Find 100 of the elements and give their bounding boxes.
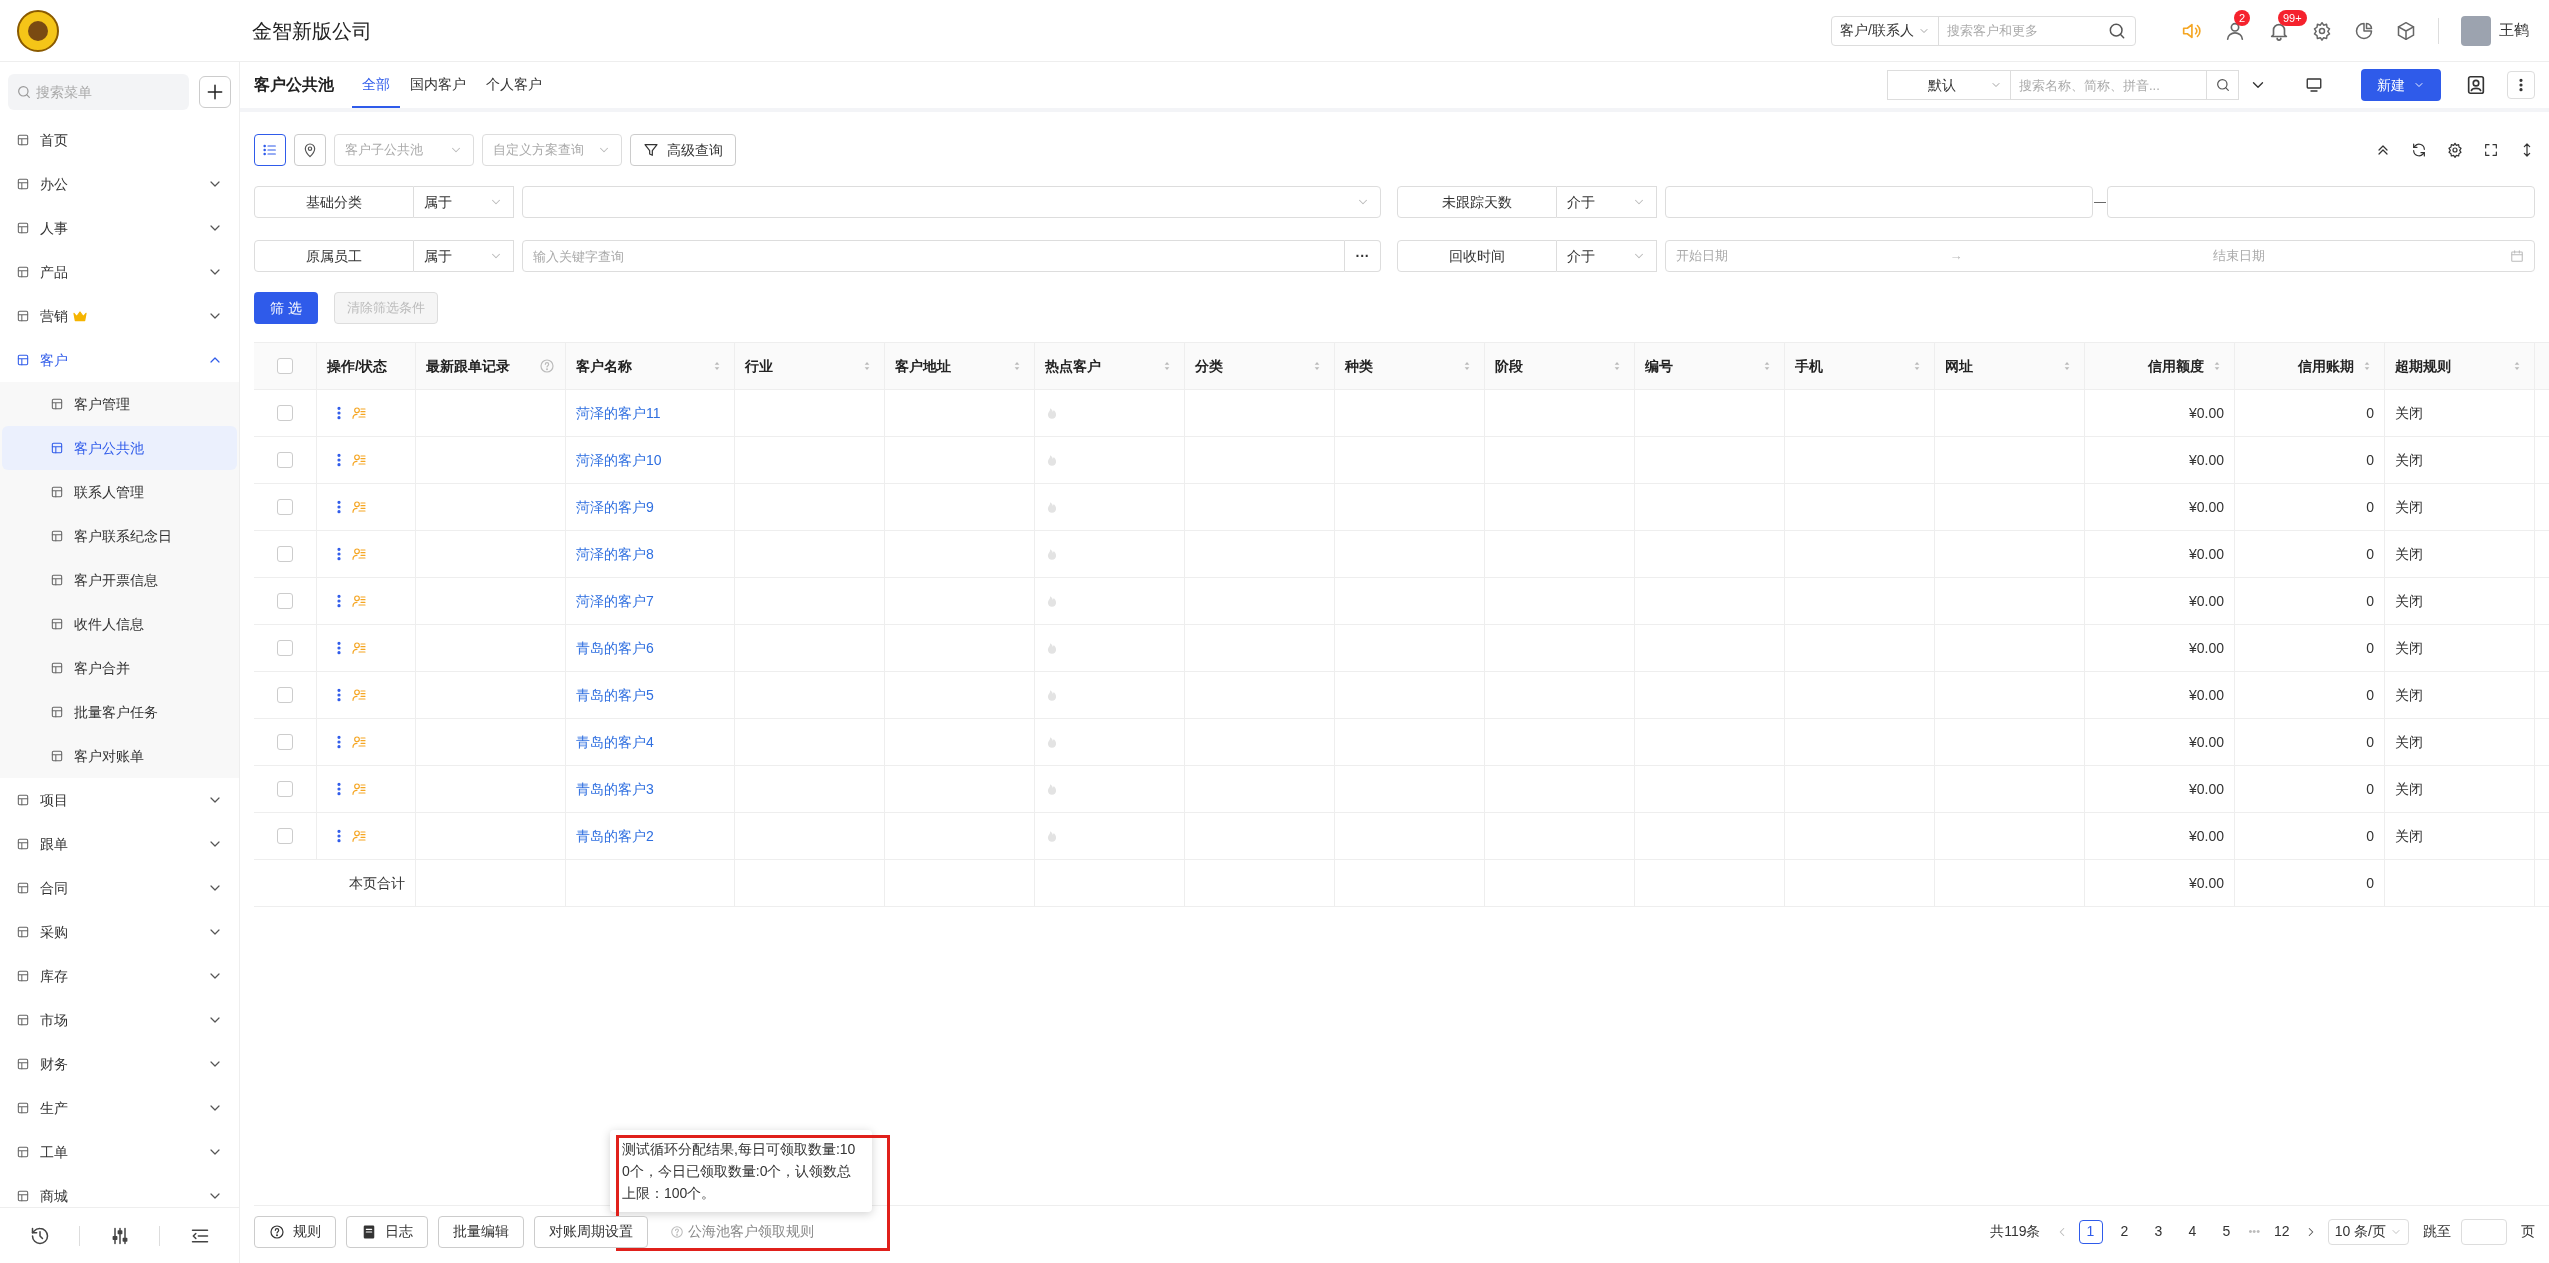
table-cell-text: 0 (2366, 638, 2374, 658)
checkbox[interactable] (277, 546, 293, 562)
sidebar-item[interactable]: 采购 (0, 910, 239, 954)
table-cell-text: 关闭 (2395, 779, 2423, 799)
footer-button[interactable]: 日志 (346, 1215, 428, 1248)
range-start-field[interactable] (1665, 186, 2093, 218)
tab[interactable]: 国内客户 (400, 62, 476, 108)
sidebar-subitem[interactable]: 联系人管理 (2, 470, 237, 514)
operator-select[interactable]: 属于 (414, 186, 514, 218)
search-input[interactable]: 搜索客户和更多 (1939, 16, 2099, 45)
sidebar-subitem[interactable]: 批量客户任务 (2, 690, 237, 734)
cube-icon[interactable] (2396, 20, 2416, 41)
customer-link[interactable]: 菏泽的客户7 (576, 590, 654, 612)
customer-link[interactable]: 菏泽的客户10 (576, 449, 662, 471)
filter-button[interactable]: 筛 选 (254, 292, 318, 324)
sidebar-item[interactable]: 合同 (0, 866, 239, 910)
refresh-icon[interactable] (2411, 142, 2427, 158)
search-field[interactable]: 搜索名称、简称、拼音... (2011, 70, 2207, 100)
more-button[interactable] (2507, 71, 2535, 99)
customer-link[interactable]: 青岛的客户3 (576, 778, 654, 800)
footer-button[interactable]: 规则 (254, 1215, 336, 1248)
checkbox[interactable] (277, 405, 293, 421)
more-options-button[interactable]: ··· (1345, 240, 1381, 272)
sidebar-item[interactable]: 工单 (0, 1130, 239, 1174)
page-button[interactable]: 5 (2214, 1219, 2239, 1244)
sidebar-item[interactable]: 跟单 (0, 822, 239, 866)
search-button[interactable] (2207, 70, 2239, 100)
new-button[interactable]: 新建 (2361, 69, 2441, 101)
page-button[interactable]: 2 (2112, 1219, 2137, 1244)
add-button[interactable] (199, 76, 231, 108)
checkbox[interactable] (277, 499, 293, 515)
page-button[interactable]: 1 (2078, 1219, 2103, 1244)
footer-button[interactable]: 批量编辑 (438, 1215, 524, 1248)
sidebar-subitem[interactable]: 客户管理 (2, 382, 237, 426)
customer-link[interactable]: 青岛的客户2 (576, 825, 654, 847)
sidebar-item[interactable]: 产品 (0, 250, 239, 294)
contact-card-icon[interactable] (2465, 74, 2487, 96)
view-select[interactable]: 默认 (1887, 70, 2011, 100)
sidebar-item[interactable]: 办公 (0, 162, 239, 206)
page-size-select[interactable]: 10 条/页 (2327, 1218, 2409, 1245)
start-date-field[interactable]: 开始日期 (1676, 246, 1936, 266)
global-search-bar[interactable]: 客户/联系人 搜索客户和更多 (1831, 15, 2136, 46)
tab[interactable]: 个人客户 (476, 62, 552, 108)
sidebar-item[interactable]: 库存 (0, 954, 239, 998)
keyword-field[interactable]: 输入关键字查询 (522, 240, 1345, 272)
range-end-field[interactable] (2107, 186, 2535, 218)
checkbox[interactable] (277, 781, 293, 797)
sidebar-item[interactable]: 首页 (0, 118, 239, 162)
advanced-query-button[interactable]: 高级查询 (630, 134, 736, 166)
customer-link[interactable]: 青岛的客户4 (576, 731, 654, 753)
sidebar-item[interactable]: 项目 (0, 778, 239, 822)
checkbox[interactable] (277, 593, 293, 609)
menu-search-field[interactable]: 搜索菜单 (8, 74, 189, 110)
customer-link[interactable]: 菏泽的客户9 (576, 496, 654, 518)
settings-icon[interactable] (2312, 20, 2332, 41)
square-icon (16, 1101, 30, 1115)
sidebar-subitem[interactable]: 客户公共池 (2, 426, 237, 470)
search-scope-select[interactable]: 客户/联系人 (1832, 16, 1939, 45)
sidebar-item[interactable]: 客户 (0, 338, 239, 382)
operator-select[interactable]: 介于 (1557, 240, 1657, 272)
footer-button[interactable]: 对账周期设置 (534, 1215, 648, 1248)
sidebar-item[interactable]: 商城 (0, 1174, 239, 1207)
user-name[interactable]: 王鹤 (2499, 19, 2529, 42)
pie-chart-icon[interactable] (2354, 20, 2374, 41)
sidebar-item[interactable]: 营销 (0, 294, 239, 338)
fullscreen-icon[interactable] (2483, 142, 2499, 158)
person-list-icon (351, 452, 367, 468)
checkbox[interactable] (277, 452, 293, 468)
rule-link[interactable]: 公海池客户领取规则 (670, 1221, 814, 1242)
customer-link[interactable]: 菏泽的客户11 (576, 402, 661, 424)
customer-link[interactable]: 青岛的客户6 (576, 637, 654, 659)
checkbox[interactable] (277, 734, 293, 750)
operator-select[interactable]: 介于 (1557, 186, 1657, 218)
history-icon[interactable] (29, 1225, 50, 1246)
page-jump-field[interactable] (2461, 1218, 2507, 1245)
sidebar-subitem[interactable]: 收件人信息 (2, 602, 237, 646)
page-button[interactable]: 12 (2270, 1221, 2294, 1242)
sidebar-item[interactable]: 财务 (0, 1042, 239, 1086)
map-view-button[interactable] (294, 134, 326, 166)
sidebar-subitem[interactable]: 客户对账单 (2, 734, 237, 778)
checkbox[interactable] (277, 828, 293, 844)
customer-link[interactable]: 青岛的客户5 (576, 684, 654, 706)
checkbox[interactable] (277, 640, 293, 656)
page-button[interactable]: 3 (2146, 1219, 2171, 1244)
page-button[interactable]: 4 (2180, 1219, 2205, 1244)
settings-icon[interactable] (2447, 142, 2463, 158)
list-view-button[interactable] (254, 134, 286, 166)
checkbox[interactable] (277, 687, 293, 703)
sidebar-subitem[interactable]: 客户开票信息 (2, 558, 237, 602)
customer-link[interactable]: 菏泽的客户8 (576, 543, 654, 565)
operator-select[interactable]: 属于 (414, 240, 514, 272)
tab[interactable]: 全部 (352, 62, 400, 108)
end-date-field[interactable]: 结束日期 (1976, 246, 2502, 266)
checkbox[interactable] (277, 358, 293, 374)
sidebar-subitem[interactable]: 客户合并 (2, 646, 237, 690)
monitor-icon[interactable] (2305, 76, 2323, 94)
sidebar-item[interactable]: 市场 (0, 998, 239, 1042)
sidebar-subitem[interactable]: 客户联系纪念日 (2, 514, 237, 558)
sidebar-item[interactable]: 生产 (0, 1086, 239, 1130)
sidebar-item[interactable]: 人事 (0, 206, 239, 250)
